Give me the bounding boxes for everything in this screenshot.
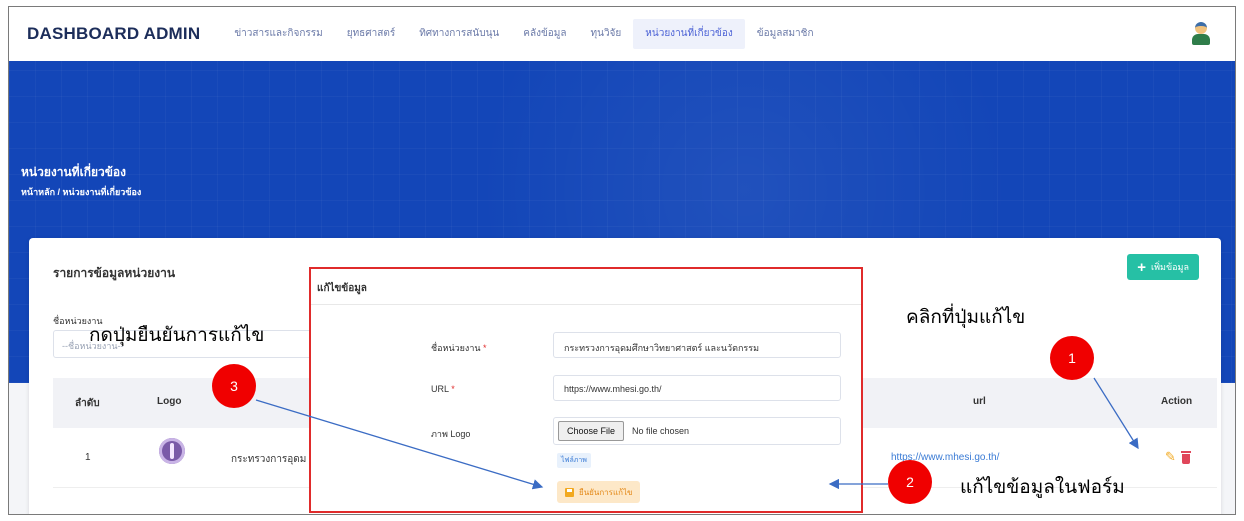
avatar-body-icon [1192,34,1210,45]
nav-item-strategy[interactable]: ยุทธศาสตร์ [335,19,408,49]
th-index: ลำดับ [75,398,100,409]
nav-item-members[interactable]: ข้อมูลสมาชิก [745,19,826,49]
step3-badge: 3 [212,364,256,408]
url-input[interactable]: https://www.mhesi.go.th/ [553,375,841,401]
trash-bin [1182,454,1190,464]
logo-field-label: ภาพ Logo [431,429,471,439]
page-title: หน่วยงานที่เกี่ยวข้อง [21,165,126,179]
trash-lid [1181,451,1191,453]
logo-file-input[interactable]: Choose File No file chosen [553,417,841,445]
card-title: รายการข้อมูลหน่วยงาน [53,266,176,280]
confirm-edit-button[interactable]: ยืนยันการแก้ไข [557,481,641,503]
agency-logo [159,438,185,464]
save-icon [565,487,574,497]
th-url: url [973,396,986,407]
modal-header: แก้ไขข้อมูล [311,269,861,305]
breadcrumb[interactable]: หน้าหลัก / หน่วยงานที่เกี่ยวข้อง [21,185,141,199]
user-avatar[interactable] [1189,20,1213,46]
trash-icon[interactable] [1180,450,1192,464]
nav-item-support[interactable]: ทิศทางการสนับนุน [407,19,511,49]
step2-instruction: แก้ไขข้อมูลในฟอร์ม [960,476,1125,498]
agency-name-input[interactable]: กระทรวงการอุดมศึกษาวิทยาศาสตร์ และนวัตกร… [553,332,841,358]
url-label-text: URL [431,384,449,394]
main-nav: ข่าวสารและกิจกรรม ยุทธศาสตร์ ทิศทางการสน… [222,19,825,49]
modal-title: แก้ไขข้อมูล [317,283,367,294]
add-data-button[interactable]: + เพิ่มข้อมูล [1127,254,1199,280]
nav-item-grants[interactable]: ทุนวิจัย [579,19,634,49]
step3-instruction: กดปุ่มยืนยันการแก้ไข [89,324,265,346]
top-navbar: DASHBOARD ADMIN ข่าวสารและกิจกรรม ยุทธศา… [9,7,1235,61]
brand-title[interactable]: DASHBOARD ADMIN [27,24,200,44]
row-index: 1 [85,452,91,463]
name-label-text: ชื่อหน่วยงาน [431,343,481,353]
edit-modal: แก้ไขข้อมูล ชื่อหน่วยงาน * กระทรวงการอุด… [309,267,863,513]
url-field-label: URL * [431,384,455,394]
add-data-label: เพิ่มข้อมูล [1151,262,1189,272]
nav-item-agencies[interactable]: หน่วยงานที่เกี่ยวข้อง [633,19,745,49]
browser-viewport: DASHBOARD ADMIN ข่าวสารและกิจกรรม ยุทธศา… [8,6,1236,515]
image-type-chip: ไฟล์ภาพ [557,453,591,468]
confirm-edit-label: ยืนยันการแก้ไข [579,487,633,497]
nav-item-news[interactable]: ข่าวสารและกิจกรรม [222,19,334,49]
th-action: Action [1161,396,1193,407]
required-mark: * [451,384,455,394]
step1-instruction: คลิกที่ปุ่มแก้ไข [906,306,1026,328]
pencil-icon[interactable]: ✎ [1165,450,1179,464]
row-name: กระทรวงการอุดม [231,454,307,465]
nav-item-data[interactable]: คลังข้อมูล [511,19,578,49]
step1-badge: 1 [1050,336,1094,380]
name-field-label: ชื่อหน่วยงาน * [431,341,487,355]
plus-icon: + [1137,258,1147,276]
step2-badge: 2 [888,460,932,504]
choose-file-button[interactable]: Choose File [558,421,625,441]
required-mark: * [483,343,487,353]
avatar-head-icon [1195,22,1207,34]
th-logo: Logo [157,396,182,407]
file-status: No file chosen [632,426,690,436]
